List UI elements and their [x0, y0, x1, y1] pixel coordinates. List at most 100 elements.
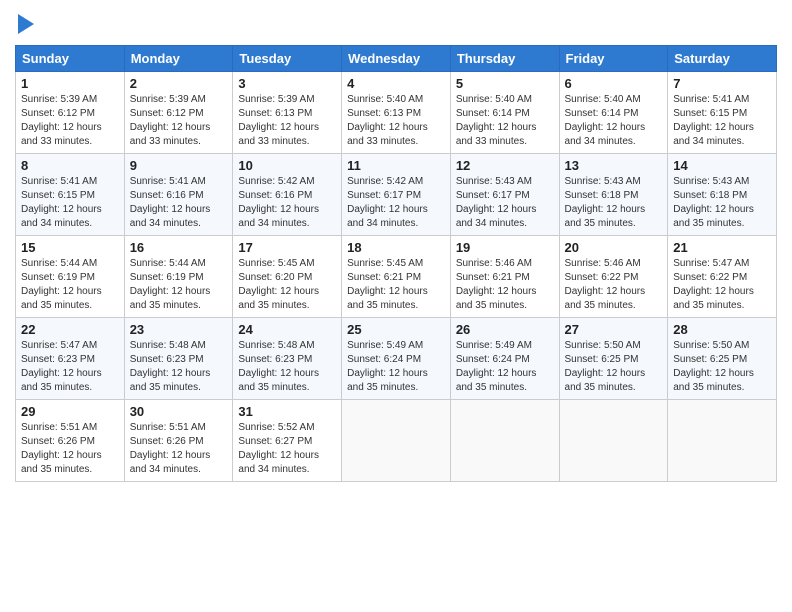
calendar-cell [342, 400, 451, 482]
calendar-cell: 24 Sunrise: 5:48 AMSunset: 6:23 PMDayligh… [233, 318, 342, 400]
day-number: 29 [21, 404, 119, 419]
calendar-header-row: SundayMondayTuesdayWednesdayThursdayFrid… [16, 46, 777, 72]
calendar-cell: 19Sunrise: 5:46 AMSunset: 6:21 PMDayligh… [450, 236, 559, 318]
day-number: 25 [347, 322, 445, 337]
day-info: Sunrise: 5:49 AMSunset: 6:24 PMDaylight:… [347, 339, 445, 395]
calendar-cell: 7 Sunrise: 5:41 AMSunset: 6:15 PMDaylight… [668, 72, 777, 154]
calendar-cell: 26Sunrise: 5:49 AMSunset: 6:24 PMDayligh… [450, 318, 559, 400]
calendar-cell: 10Sunrise: 5:42 AMSunset: 6:16 PMDayligh… [233, 154, 342, 236]
calendar-cell: 16 Sunrise: 5:44 AMSunset: 6:19 PMDayligh… [124, 236, 233, 318]
day-number: 13 [565, 158, 663, 173]
calendar-cell: 28 Sunrise: 5:50 AMSunset: 6:25 PMDayligh… [668, 318, 777, 400]
calendar-cell [668, 400, 777, 482]
day-number: 4 [347, 76, 445, 91]
calendar-table: SundayMondayTuesdayWednesdayThursdayFrid… [15, 45, 777, 482]
day-number: 14 [673, 158, 771, 173]
day-number: 2 [130, 76, 228, 91]
calendar-week-row: 22 Sunrise: 5:47 AMSunset: 6:23 PMDayligh… [16, 318, 777, 400]
day-number: 8 [21, 158, 119, 173]
day-info: Sunrise: 5:51 AMSunset: 6:26 PMDaylight:… [21, 421, 119, 477]
day-number: 28 [673, 322, 771, 337]
calendar-cell: 25 Sunrise: 5:49 AMSunset: 6:24 PMDayligh… [342, 318, 451, 400]
calendar-cell: 13Sunrise: 5:43 AMSunset: 6:18 PMDayligh… [559, 154, 668, 236]
day-number: 22 [21, 322, 119, 337]
calendar-cell: 20 Sunrise: 5:46 AMSunset: 6:22 PMDayligh… [559, 236, 668, 318]
day-info: Sunrise: 5:40 AMSunset: 6:14 PMDaylight:… [456, 93, 554, 149]
day-number: 12 [456, 158, 554, 173]
day-number: 26 [456, 322, 554, 337]
calendar-cell [450, 400, 559, 482]
day-info: Sunrise: 5:47 AMSunset: 6:23 PMDaylight:… [21, 339, 119, 395]
day-info: Sunrise: 5:43 AMSunset: 6:18 PMDaylight:… [673, 175, 771, 231]
day-info: Sunrise: 5:50 AMSunset: 6:25 PMDaylight:… [673, 339, 771, 395]
day-info: Sunrise: 5:48 AMSunset: 6:23 PMDaylight:… [238, 339, 336, 395]
calendar-header-friday: Friday [559, 46, 668, 72]
day-number: 7 [673, 76, 771, 91]
calendar-cell: 14 Sunrise: 5:43 AMSunset: 6:18 PMDayligh… [668, 154, 777, 236]
day-info: Sunrise: 5:50 AMSunset: 6:25 PMDaylight:… [565, 339, 663, 395]
day-number: 21 [673, 240, 771, 255]
day-number: 1 [21, 76, 119, 91]
calendar-header-wednesday: Wednesday [342, 46, 451, 72]
day-number: 20 [565, 240, 663, 255]
day-info: Sunrise: 5:41 AMSunset: 6:16 PMDaylight:… [130, 175, 228, 231]
calendar-cell: 31 Sunrise: 5:52 AMSunset: 6:27 PMDayligh… [233, 400, 342, 482]
header [15, 10, 777, 37]
day-info: Sunrise: 5:40 AMSunset: 6:14 PMDaylight:… [565, 93, 663, 149]
calendar-cell: 11 Sunrise: 5:42 AMSunset: 6:17 PMDayligh… [342, 154, 451, 236]
day-info: Sunrise: 5:51 AMSunset: 6:26 PMDaylight:… [130, 421, 228, 477]
calendar-cell: 23 Sunrise: 5:48 AMSunset: 6:23 PMDayligh… [124, 318, 233, 400]
calendar-cell: 12 Sunrise: 5:43 AMSunset: 6:17 PMDayligh… [450, 154, 559, 236]
calendar-cell: 2 Sunrise: 5:39 AMSunset: 6:12 PMDaylight… [124, 72, 233, 154]
day-info: Sunrise: 5:44 AMSunset: 6:19 PMDaylight:… [130, 257, 228, 313]
calendar-week-row: 15 Sunrise: 5:44 AMSunset: 6:19 PMDayligh… [16, 236, 777, 318]
day-number: 3 [238, 76, 336, 91]
calendar-cell: 6 Sunrise: 5:40 AMSunset: 6:14 PMDaylight… [559, 72, 668, 154]
day-info: Sunrise: 5:39 AMSunset: 6:13 PMDaylight:… [238, 93, 336, 149]
calendar-header-monday: Monday [124, 46, 233, 72]
day-info: Sunrise: 5:43 AMSunset: 6:17 PMDaylight:… [456, 175, 554, 231]
day-info: Sunrise: 5:39 AMSunset: 6:12 PMDaylight:… [21, 93, 119, 149]
day-number: 15 [21, 240, 119, 255]
day-number: 11 [347, 158, 445, 173]
day-number: 24 [238, 322, 336, 337]
calendar-cell: 22 Sunrise: 5:47 AMSunset: 6:23 PMDayligh… [16, 318, 125, 400]
calendar-header-tuesday: Tuesday [233, 46, 342, 72]
day-info: Sunrise: 5:39 AMSunset: 6:12 PMDaylight:… [130, 93, 228, 149]
calendar-week-row: 1 Sunrise: 5:39 AMSunset: 6:12 PMDaylight… [16, 72, 777, 154]
calendar-cell: 30 Sunrise: 5:51 AMSunset: 6:26 PMDayligh… [124, 400, 233, 482]
day-info: Sunrise: 5:41 AMSunset: 6:15 PMDaylight:… [21, 175, 119, 231]
day-number: 27 [565, 322, 663, 337]
calendar-cell: 8 Sunrise: 5:41 AMSunset: 6:15 PMDaylight… [16, 154, 125, 236]
day-number: 19 [456, 240, 554, 255]
day-info: Sunrise: 5:45 AMSunset: 6:21 PMDaylight:… [347, 257, 445, 313]
calendar-cell: 4Sunrise: 5:40 AMSunset: 6:13 PMDaylight… [342, 72, 451, 154]
day-number: 10 [238, 158, 336, 173]
logo-arrow-icon [18, 14, 34, 34]
day-number: 31 [238, 404, 336, 419]
day-info: Sunrise: 5:41 AMSunset: 6:15 PMDaylight:… [673, 93, 771, 149]
day-info: Sunrise: 5:47 AMSunset: 6:22 PMDaylight:… [673, 257, 771, 313]
calendar-cell: 17Sunrise: 5:45 AMSunset: 6:20 PMDayligh… [233, 236, 342, 318]
page: SundayMondayTuesdayWednesdayThursdayFrid… [0, 0, 792, 612]
day-info: Sunrise: 5:48 AMSunset: 6:23 PMDaylight:… [130, 339, 228, 395]
calendar-cell: 9Sunrise: 5:41 AMSunset: 6:16 PMDaylight… [124, 154, 233, 236]
calendar-cell: 27 Sunrise: 5:50 AMSunset: 6:25 PMDayligh… [559, 318, 668, 400]
day-number: 16 [130, 240, 228, 255]
day-number: 17 [238, 240, 336, 255]
calendar-cell: 15Sunrise: 5:44 AMSunset: 6:19 PMDayligh… [16, 236, 125, 318]
day-info: Sunrise: 5:42 AMSunset: 6:17 PMDaylight:… [347, 175, 445, 231]
logo-wrapper [15, 14, 34, 37]
day-number: 6 [565, 76, 663, 91]
day-number: 30 [130, 404, 228, 419]
calendar-cell: 1 Sunrise: 5:39 AMSunset: 6:12 PMDaylight… [16, 72, 125, 154]
day-info: Sunrise: 5:46 AMSunset: 6:22 PMDaylight:… [565, 257, 663, 313]
calendar-cell: 29 Sunrise: 5:51 AMSunset: 6:26 PMDayligh… [16, 400, 125, 482]
calendar-cell: 21 Sunrise: 5:47 AMSunset: 6:22 PMDayligh… [668, 236, 777, 318]
day-number: 5 [456, 76, 554, 91]
calendar-header-thursday: Thursday [450, 46, 559, 72]
calendar-cell: 3 Sunrise: 5:39 AMSunset: 6:13 PMDaylight… [233, 72, 342, 154]
calendar-week-row: 29 Sunrise: 5:51 AMSunset: 6:26 PMDayligh… [16, 400, 777, 482]
day-number: 23 [130, 322, 228, 337]
day-info: Sunrise: 5:52 AMSunset: 6:27 PMDaylight:… [238, 421, 336, 477]
